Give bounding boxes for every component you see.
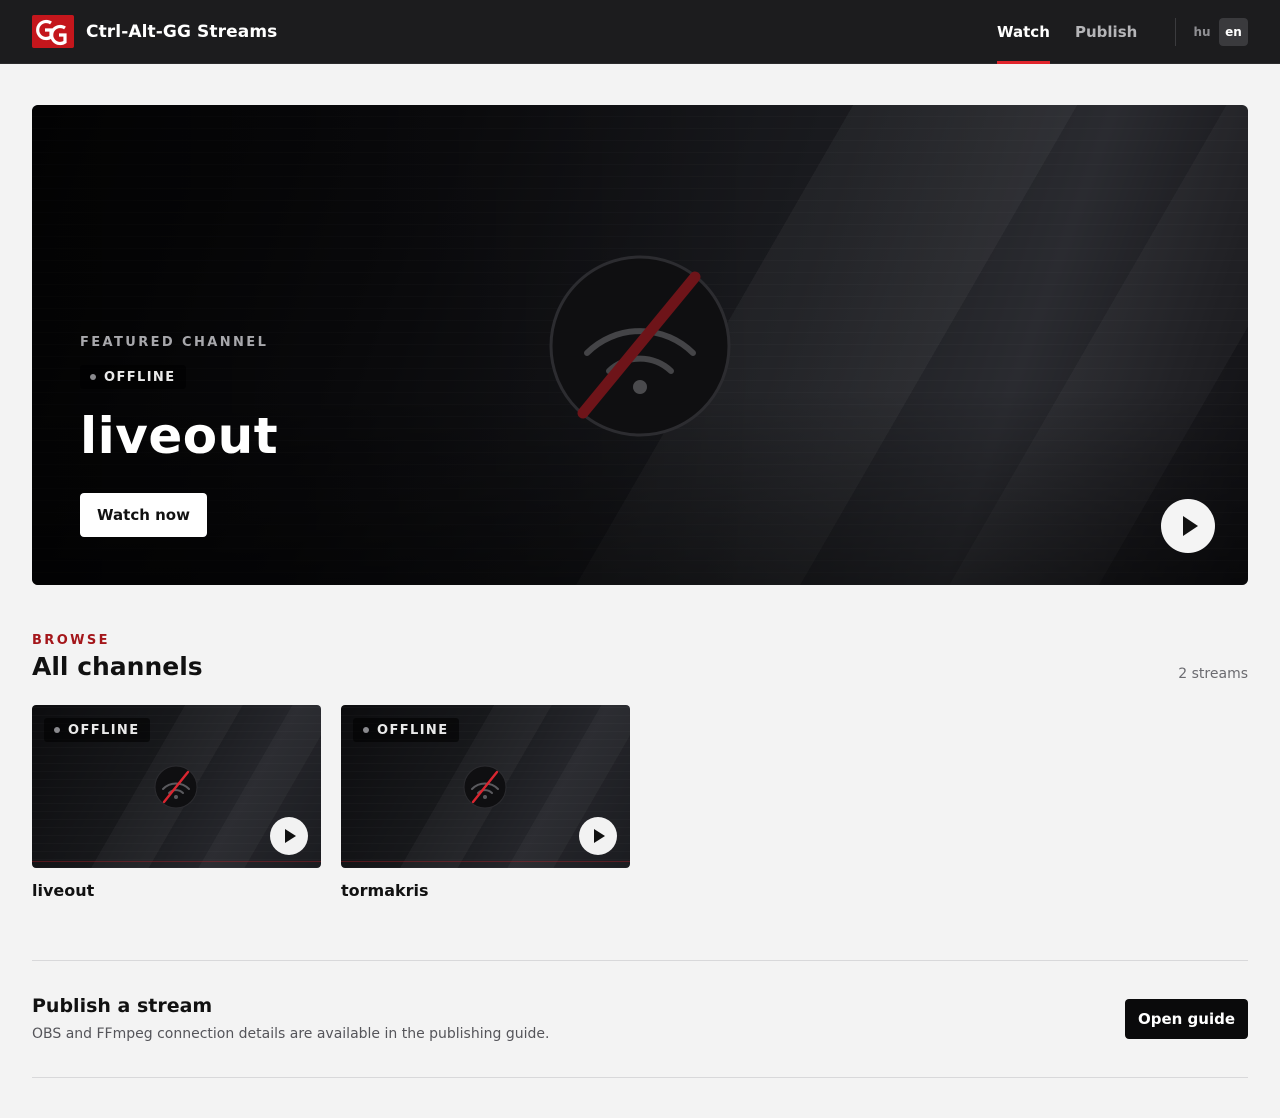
publish-description: OBS and FFmpeg connection details are av… — [32, 1026, 550, 1042]
publish-title: Publish a stream — [32, 995, 213, 1017]
open-guide-button[interactable]: Open guide — [1125, 999, 1248, 1039]
channel-name[interactable]: tormakris — [341, 881, 429, 900]
card-accent-line — [341, 861, 630, 862]
status-text: OFFLINE — [104, 369, 176, 385]
play-icon — [285, 829, 296, 843]
status-text: OFFLINE — [377, 722, 449, 738]
nav-divider — [1175, 18, 1176, 46]
signal-off-icon — [463, 765, 507, 809]
card-play-button[interactable] — [270, 817, 308, 855]
hero-play-button[interactable] — [1161, 499, 1215, 553]
language-en-button[interactable]: en — [1219, 18, 1248, 46]
channel-name[interactable]: liveout — [32, 881, 94, 900]
gg-logo-icon — [32, 15, 74, 48]
featured-channel-hero[interactable]: FEATURED CHANNEL OFFLINE liveout Watch n… — [32, 105, 1248, 585]
brand-title: Ctrl-Alt-GG Streams — [86, 21, 278, 42]
nav-publish[interactable]: Publish — [1075, 0, 1137, 64]
featured-channel-title: liveout — [80, 407, 279, 465]
play-icon — [594, 829, 605, 843]
channel-card-liveout[interactable]: OFFLINE — [32, 705, 321, 868]
card-accent-line — [32, 861, 321, 862]
section-title: All channels — [32, 652, 203, 681]
status-text: OFFLINE — [68, 722, 140, 738]
channel-card-tormakris[interactable]: OFFLINE — [341, 705, 630, 868]
browse-eyebrow: BROWSE — [32, 633, 110, 648]
watch-now-button[interactable]: Watch now — [80, 493, 207, 537]
hero-eyebrow: FEATURED CHANNEL — [80, 335, 269, 350]
language-hu-button[interactable]: hu — [1187, 18, 1217, 46]
section-divider — [32, 960, 1248, 961]
signal-off-icon — [549, 255, 731, 437]
play-icon — [1183, 516, 1198, 536]
status-badge: OFFLINE — [353, 718, 459, 742]
signal-off-icon — [154, 765, 198, 809]
top-navigation-bar: Ctrl-Alt-GG Streams Watch Publish hu en — [0, 0, 1280, 64]
status-badge: OFFLINE — [44, 718, 150, 742]
status-dot-icon — [90, 374, 96, 380]
status-dot-icon — [54, 727, 60, 733]
section-divider — [32, 1077, 1248, 1078]
nav-watch[interactable]: Watch — [997, 0, 1050, 64]
brand[interactable]: Ctrl-Alt-GG Streams — [32, 15, 277, 48]
stream-count: 2 streams — [1178, 666, 1248, 682]
card-play-button[interactable] — [579, 817, 617, 855]
status-badge: OFFLINE — [80, 365, 186, 389]
status-dot-icon — [363, 727, 369, 733]
